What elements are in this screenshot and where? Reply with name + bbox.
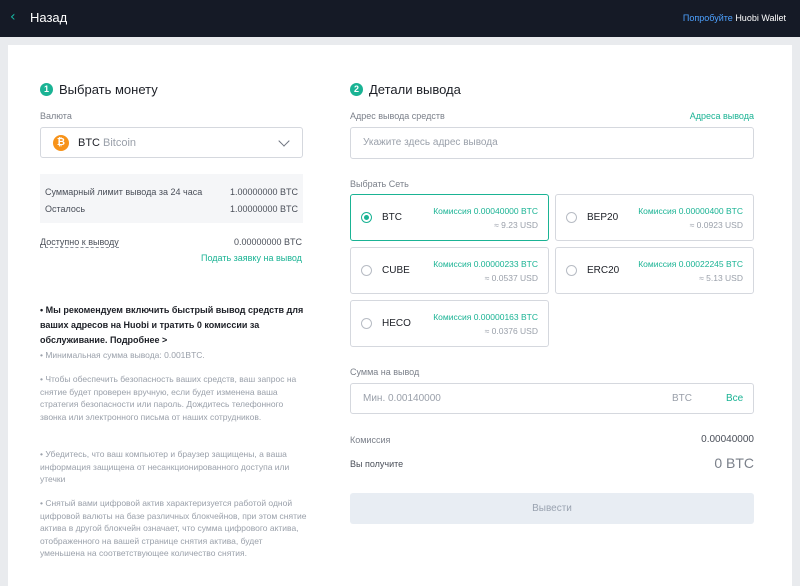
network-option-btc[interactable]: BTC Комиссия 0.00040000 BTC ≈ 9.23 USD [350,194,549,241]
fee-label: Комиссия [350,435,391,445]
step-2-header: 2 Детали вывода [350,82,461,97]
currency-code: BTC [78,137,100,149]
network-fee: Комиссия 0.00000400 BTC [638,206,743,216]
chevron-down-icon [278,135,290,147]
network-name: ERC20 [587,265,620,276]
radio-icon [566,265,577,276]
try-wallet-link[interactable]: Попробуйте Huobi Wallet [683,13,786,23]
withdraw-button[interactable]: Вывести [350,493,754,524]
network-name: BEP20 [587,212,619,223]
chevron-left-icon[interactable]: ‹ [10,9,16,25]
step-2-number: 2 [350,83,363,96]
btc-coin-icon: ₿ [53,135,69,151]
network-fee-usd: ≈ 0.0537 USD [484,273,538,283]
fast-withdraw-tip[interactable]: • Мы рекомендуем включить быстрый вывод … [40,303,308,348]
currency-label: Валюта [40,111,72,121]
limits-box: Суммарный лимит вывода за 24 часа 1.0000… [40,174,303,223]
withdraw-card: 1 Выбрать монету Валюта ₿ BTC Bitcoin Су… [8,45,792,586]
amount-input[interactable]: Мин. 0.00140000 BTC Все [350,383,754,414]
step-2-title: Детали вывода [369,82,461,97]
address-book-link[interactable]: Адреса вывода [690,111,754,121]
tip-min-amount: • Минимальная сумма вывода: 0.001BTC. [40,350,205,360]
step-1-title: Выбрать монету [59,82,158,97]
step-1-header: 1 Выбрать монету [40,82,158,97]
network-name: CUBE [382,265,410,276]
network-fee: Комиссия 0.00000163 BTC [433,312,538,322]
remaining-value: 1.00000000 BTC [229,204,298,214]
top-bar: ‹ Назад Попробуйте Huobi Wallet [0,0,800,37]
amount-label: Сумма на вывод [350,367,420,377]
wallet-name: Huobi Wallet [735,13,786,23]
address-placeholder: Укажите здесь адрес вывода [363,137,498,148]
currency-select[interactable]: ₿ BTC Bitcoin [40,127,303,158]
network-label: Выбрать Сеть [350,179,409,189]
fee-value: 0.00040000 [701,434,754,445]
network-option-cube[interactable]: CUBE Комиссия 0.00000233 BTC ≈ 0.0537 US… [350,247,549,294]
receive-value: 0 BTC [714,455,754,471]
network-fee: Комиссия 0.00040000 BTC [433,206,538,216]
radio-icon [361,265,372,276]
address-input[interactable]: Укажите здесь адрес вывода [350,127,754,159]
back-button[interactable]: Назад [30,10,67,25]
available-label: Доступно к выводу [40,237,119,248]
network-name: HECO [382,318,411,329]
network-fee: Комиссия 0.00022245 BTC [638,259,743,269]
network-fee-usd: ≈ 0.0376 USD [484,326,538,336]
tip-device: • Убедитесь, что ваш компьютер и браузер… [40,449,290,484]
address-label: Адрес вывода средств [350,111,445,121]
amount-unit: BTC [672,393,692,404]
request-withdraw-link[interactable]: Подать заявку на вывод [201,253,302,263]
available-value: 0.00000000 BTC [234,237,303,247]
radio-icon [361,318,372,329]
network-option-erc20[interactable]: ERC20 Комиссия 0.00022245 BTC ≈ 5.13 USD [555,247,754,294]
network-fee-usd: ≈ 0.0923 USD [689,220,743,230]
network-fee: Комиссия 0.00000233 BTC [433,259,538,269]
step-1-number: 1 [40,83,53,96]
network-option-bep20[interactable]: BEP20 Комиссия 0.00000400 BTC ≈ 0.0923 U… [555,194,754,241]
amount-all-button[interactable]: Все [726,393,743,404]
remaining-label: Осталось [45,204,86,214]
radio-icon [566,212,577,223]
amount-placeholder: Мин. 0.00140000 [363,393,441,404]
try-wallet-prefix: Попробуйте [682,13,733,23]
radio-selected-icon [361,212,372,223]
network-option-heco[interactable]: HECO Комиссия 0.00000163 BTC ≈ 0.0376 US… [350,300,549,347]
network-fee-usd: ≈ 5.13 USD [699,273,743,283]
tip-security: • Чтобы обеспечить безопасность ваших ср… [40,374,297,422]
network-name: BTC [382,212,402,223]
limit-24h-value: 1.00000000 BTC [229,187,298,197]
currency-name: Bitcoin [103,137,137,149]
tip-blockchain: • Снятый вами цифровой актив характеризу… [40,498,307,558]
network-fee-usd: ≈ 9.23 USD [494,220,538,230]
limit-24h-label: Суммарный лимит вывода за 24 часа [45,187,203,197]
receive-label: Вы получите [350,459,404,469]
